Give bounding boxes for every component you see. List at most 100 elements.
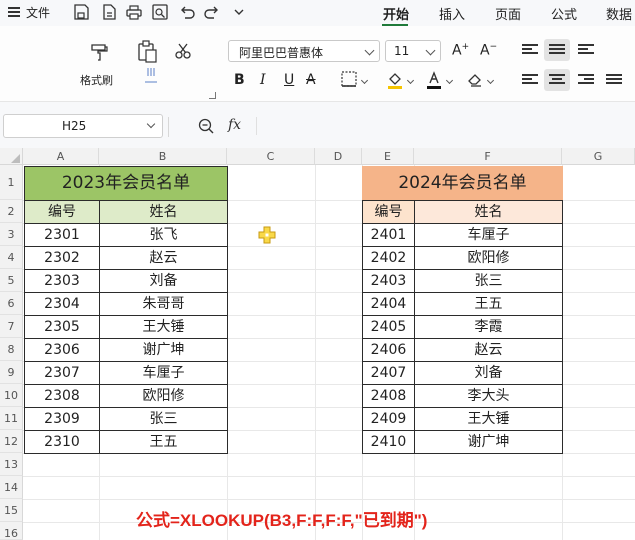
menu-icon[interactable] — [8, 7, 20, 17]
row-header[interactable]: 2 — [0, 200, 23, 223]
table-2023-name-cell[interactable]: 赵云 — [99, 246, 228, 270]
table-2023-id-cell[interactable]: 2303 — [24, 269, 100, 293]
tab-formula[interactable]: 公式 — [551, 4, 577, 23]
table-2023-header-name[interactable]: 姓名 — [99, 200, 228, 224]
clear-format-icon[interactable] — [466, 70, 484, 88]
table-2024-name-cell[interactable]: 赵云 — [414, 338, 563, 362]
table-2024-name-cell[interactable]: 王五 — [414, 292, 563, 316]
fx-icon[interactable]: fx — [228, 117, 241, 133]
row-header[interactable]: 5 — [0, 269, 23, 292]
align-bottom-icon[interactable] — [578, 44, 594, 56]
table-2024-header-id[interactable]: 编号 — [362, 200, 415, 224]
row-header[interactable]: 14 — [0, 476, 23, 499]
align-left-icon[interactable] — [522, 74, 538, 86]
increase-font-icon[interactable]: A+ — [452, 42, 469, 59]
bold-icon[interactable]: B — [234, 72, 245, 88]
tab-page[interactable]: 页面 — [495, 4, 521, 23]
paste-icon[interactable] — [136, 40, 158, 86]
select-all-corner[interactable] — [0, 148, 23, 165]
table-2024-id-cell[interactable]: 2407 — [362, 361, 415, 385]
row-header[interactable]: 13 — [0, 453, 23, 476]
file-menu[interactable]: 文件 — [26, 4, 50, 21]
chevron-down-icon[interactable] — [360, 76, 369, 85]
row-header[interactable]: 9 — [0, 361, 23, 384]
table-2024-name-cell[interactable]: 谢广坤 — [414, 430, 563, 454]
chevron-down-icon[interactable] — [445, 76, 454, 85]
table-2024-id-cell[interactable]: 2405 — [362, 315, 415, 339]
save-icon[interactable] — [72, 3, 90, 21]
row-header[interactable]: 8 — [0, 338, 23, 361]
table-2023-name-cell[interactable]: 张飞 — [99, 223, 228, 247]
row-header[interactable]: 15 — [0, 499, 23, 522]
column-header-b[interactable]: B — [99, 148, 227, 165]
table-2023-name-cell[interactable]: 刘备 — [99, 269, 228, 293]
row-header[interactable]: 12 — [0, 430, 23, 453]
row-header[interactable]: 11 — [0, 407, 23, 430]
column-header-f[interactable]: F — [414, 148, 562, 165]
preview-icon[interactable] — [151, 3, 169, 21]
table-2024-name-cell[interactable]: 张三 — [414, 269, 563, 293]
column-header-d[interactable]: D — [315, 148, 362, 165]
table-2024-header-name[interactable]: 姓名 — [414, 200, 563, 224]
row-header[interactable]: 16 — [0, 522, 23, 540]
chevron-down-icon[interactable] — [486, 76, 495, 85]
table-2023-id-cell[interactable]: 2301 — [24, 223, 100, 247]
decrease-font-icon[interactable]: A− — [480, 42, 497, 59]
row-header[interactable]: 6 — [0, 292, 23, 315]
table-2023-id-cell[interactable]: 2306 — [24, 338, 100, 362]
table-2023-id-cell[interactable]: 2302 — [24, 246, 100, 270]
align-right-icon[interactable] — [578, 74, 594, 86]
redo-icon[interactable] — [203, 3, 221, 21]
table-2023-name-cell[interactable]: 王五 — [99, 430, 228, 454]
format-painter-icon[interactable] — [88, 40, 110, 62]
table-2024-name-cell[interactable]: 欧阳修 — [414, 246, 563, 270]
table-2023-id-cell[interactable]: 2310 — [24, 430, 100, 454]
table-2024-name-cell[interactable]: 车厘子 — [414, 223, 563, 247]
zoom-icon[interactable] — [197, 117, 215, 135]
table-2023-id-cell[interactable]: 2304 — [24, 292, 100, 316]
table-2023-name-cell[interactable]: 张三 — [99, 407, 228, 431]
print-icon[interactable] — [125, 3, 143, 21]
table-2023-name-cell[interactable]: 谢广坤 — [99, 338, 228, 362]
tab-data[interactable]: 数据 — [606, 4, 632, 23]
table-2023-name-cell[interactable]: 欧阳修 — [99, 384, 228, 408]
table-2023-name-cell[interactable]: 车厘子 — [99, 361, 228, 385]
underline-icon[interactable]: U — [284, 72, 294, 88]
row-header[interactable]: 3 — [0, 223, 23, 246]
clipboard-group-launcher[interactable] — [209, 92, 216, 99]
italic-icon[interactable]: I — [260, 72, 266, 88]
table-2023-id-cell[interactable]: 2307 — [24, 361, 100, 385]
tab-home[interactable]: 开始 — [383, 4, 409, 23]
table-2024-name-cell[interactable]: 李霞 — [414, 315, 563, 339]
table-2024-id-cell[interactable]: 2406 — [362, 338, 415, 362]
table-2024-id-cell[interactable]: 2409 — [362, 407, 415, 431]
table-2023-id-cell[interactable]: 2309 — [24, 407, 100, 431]
table-2023-name-cell[interactable]: 王大锤 — [99, 315, 228, 339]
cut-icon[interactable] — [174, 42, 192, 60]
export-pdf-icon[interactable] — [100, 3, 118, 21]
align-top-icon[interactable] — [522, 44, 538, 56]
fill-color-icon[interactable] — [386, 70, 404, 90]
table-2024-id-cell[interactable]: 2402 — [362, 246, 415, 270]
chevron-down-icon[interactable] — [230, 3, 248, 21]
align-middle-icon[interactable] — [549, 44, 565, 56]
spreadsheet-grid[interactable]: A B C D E F G 1 2 3 4 5 6 7 8 9 10 11 12… — [0, 148, 635, 540]
name-box[interactable]: H25 — [3, 114, 163, 138]
strikethrough-icon[interactable]: A — [306, 72, 316, 88]
row-header[interactable]: 4 — [0, 246, 23, 269]
table-2023-id-cell[interactable]: 2308 — [24, 384, 100, 408]
align-center-icon[interactable] — [549, 74, 565, 86]
table-2024-id-cell[interactable]: 2404 — [362, 292, 415, 316]
table-2024-id-cell[interactable]: 2408 — [362, 384, 415, 408]
table-2023-name-cell[interactable]: 朱哥哥 — [99, 292, 228, 316]
table-2023-id-cell[interactable]: 2305 — [24, 315, 100, 339]
row-header[interactable]: 1 — [0, 165, 23, 200]
table-2024-id-cell[interactable]: 2401 — [362, 223, 415, 247]
table-2024-name-cell[interactable]: 王大锤 — [414, 407, 563, 431]
font-color-icon[interactable] — [425, 70, 443, 90]
chevron-down-icon[interactable] — [406, 76, 415, 85]
table-2023-title[interactable]: 2023年会员名单 — [24, 166, 228, 201]
formula-input[interactable] — [262, 115, 632, 137]
table-2024-title[interactable]: 2024年会员名单 — [362, 166, 563, 201]
row-header[interactable]: 7 — [0, 315, 23, 338]
